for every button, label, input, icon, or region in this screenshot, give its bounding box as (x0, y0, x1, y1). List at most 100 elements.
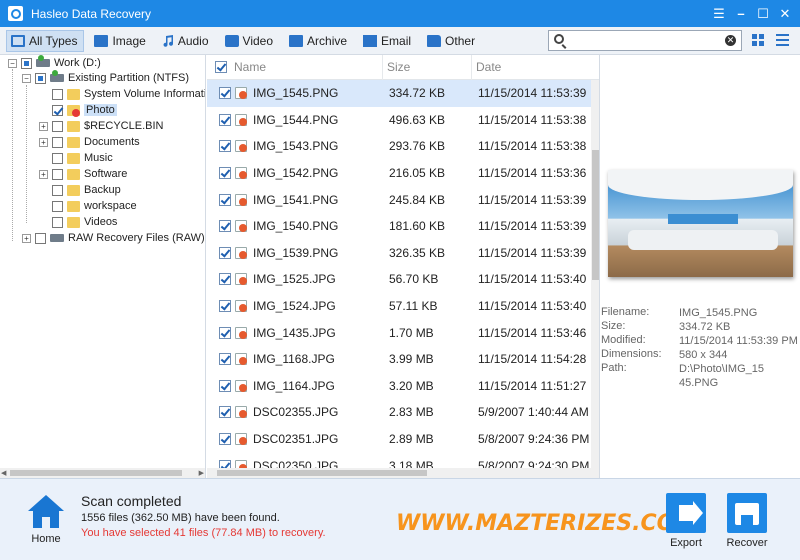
file-date: 11/15/2014 11:53:38 (478, 112, 587, 127)
scroll-left-icon[interactable]: ◀ (1, 469, 6, 477)
row-checkbox[interactable] (219, 353, 231, 366)
table-row[interactable]: DSC02351.JPG 2.89 MB 5/8/2007 9:24:36 PM (207, 426, 591, 453)
save-disk-icon (727, 493, 767, 533)
image-file-icon (235, 326, 247, 339)
tree-checkbox[interactable] (52, 88, 63, 100)
table-row[interactable]: IMG_1541.PNG 245.84 KB 11/15/2014 11:53:39 (207, 186, 591, 213)
tree-checkbox[interactable] (52, 104, 63, 116)
table-row[interactable]: DSC02355.JPG 2.83 MB 5/9/2007 1:40:44 AM (207, 399, 591, 426)
recover-button[interactable]: Recover (724, 491, 770, 549)
tab-audio[interactable]: Audio (158, 30, 215, 52)
file-list-vertical-scrollbar[interactable] (591, 80, 599, 478)
menu-icon[interactable]: ☰ (708, 4, 730, 24)
tree-item-folder[interactable]: + Documents (39, 134, 140, 150)
table-row[interactable]: IMG_1524.JPG 57.11 KB 11/15/2014 11:53:40 (207, 293, 591, 320)
minimize-icon[interactable]: – (730, 4, 752, 24)
tree-item-photo[interactable]: Photo (39, 102, 117, 118)
select-all-checkbox[interactable] (215, 61, 227, 73)
image-preview (608, 170, 793, 277)
row-checkbox[interactable] (219, 87, 231, 100)
tree-item-folder[interactable]: workspace (39, 198, 137, 214)
tree-checkbox[interactable] (52, 168, 63, 180)
tree-item-folder[interactable]: Backup (39, 182, 121, 198)
tree-checkbox[interactable] (52, 152, 63, 164)
expand-icon[interactable]: + (39, 169, 48, 179)
tree-checkbox[interactable] (52, 120, 63, 132)
file-size: 56.70 KB (389, 272, 439, 287)
table-row[interactable]: IMG_1168.JPG 3.99 MB 11/15/2014 11:54:28 (207, 346, 591, 373)
table-row[interactable]: IMG_1435.JPG 1.70 MB 11/15/2014 11:53:46 (207, 319, 591, 346)
row-checkbox[interactable] (219, 433, 231, 446)
table-row[interactable]: IMG_1164.JPG 3.20 MB 11/15/2014 11:51:27 (207, 373, 591, 400)
tab-other[interactable]: Other (423, 30, 481, 52)
export-icon (666, 493, 706, 533)
maximize-icon[interactable]: ☐ (752, 4, 774, 24)
home-label: Home (31, 533, 61, 545)
export-button[interactable]: Export (663, 491, 709, 549)
tree-item-raw[interactable]: + RAW Recovery Files (RAW) (22, 230, 205, 246)
search-input[interactable] (569, 32, 719, 49)
collapse-icon[interactable]: − (8, 58, 17, 68)
tree-checkbox[interactable] (35, 72, 46, 84)
tree-horizontal-scrollbar[interactable]: ◀ ▶ (0, 468, 205, 478)
file-name: IMG_1539.PNG (253, 245, 339, 260)
table-row[interactable]: IMG_1545.PNG 334.72 KB 11/15/2014 11:53:39 (207, 80, 591, 107)
table-row[interactable]: IMG_1543.PNG 293.76 KB 11/15/2014 11:53:38 (207, 133, 591, 160)
home-button[interactable]: Home (24, 493, 68, 549)
tree-checkbox[interactable] (35, 232, 46, 244)
tree-item-folder[interactable]: + Software (39, 166, 127, 182)
tab-video[interactable]: Video (221, 30, 279, 52)
table-row[interactable]: IMG_1539.PNG 326.35 KB 11/15/2014 11:53:39 (207, 240, 591, 267)
expand-icon[interactable]: + (22, 233, 31, 243)
clear-search-icon[interactable]: ✕ (725, 35, 736, 46)
row-checkbox[interactable] (219, 406, 231, 419)
tab-email[interactable]: Email (359, 30, 417, 52)
column-date[interactable]: Date (472, 55, 599, 80)
collapse-icon[interactable]: − (22, 73, 31, 83)
close-icon[interactable]: ✕ (774, 4, 796, 24)
table-row[interactable]: IMG_1525.JPG 56.70 KB 11/15/2014 11:53:40 (207, 266, 591, 293)
tree-item-drive[interactable]: − Work (D:) (8, 55, 101, 71)
tab-all-types[interactable]: All Types (6, 29, 85, 52)
row-checkbox[interactable] (219, 273, 231, 286)
row-checkbox[interactable] (219, 220, 231, 233)
expand-icon[interactable]: + (39, 121, 48, 131)
row-checkbox[interactable] (219, 300, 231, 313)
row-checkbox[interactable] (219, 246, 231, 259)
scrollbar-thumb[interactable] (217, 470, 427, 476)
column-name[interactable]: Name (207, 55, 383, 80)
tree-item-folder[interactable]: Music (39, 150, 113, 166)
row-checkbox[interactable] (219, 379, 231, 392)
row-checkbox[interactable] (219, 167, 231, 180)
tree-item-folder[interactable]: + $RECYCLE.BIN (39, 118, 163, 134)
tab-archive[interactable]: Archive (285, 30, 353, 52)
table-row[interactable]: IMG_1542.PNG 216.05 KB 11/15/2014 11:53:36 (207, 160, 591, 187)
list-view-icon[interactable] (776, 34, 789, 46)
tree-item-partition[interactable]: − Existing Partition (NTFS) (22, 70, 189, 86)
table-row[interactable]: IMG_1540.PNG 181.60 KB 11/15/2014 11:53:39 (207, 213, 591, 240)
row-checkbox[interactable] (219, 193, 231, 206)
scrollbar-thumb[interactable] (10, 470, 182, 476)
tab-image[interactable]: Image (90, 30, 151, 52)
tree-checkbox[interactable] (52, 216, 63, 228)
tree-checkbox[interactable] (52, 184, 63, 196)
expand-icon[interactable]: + (39, 137, 48, 147)
file-list-horizontal-scrollbar[interactable] (207, 468, 591, 478)
tree-checkbox[interactable] (52, 136, 63, 148)
tree-item-folder[interactable]: System Volume Informati (39, 86, 205, 102)
tree-checkbox[interactable] (21, 57, 32, 69)
image-file-icon (235, 140, 247, 153)
row-checkbox[interactable] (219, 140, 231, 153)
table-row[interactable]: IMG_1544.PNG 496.63 KB 11/15/2014 11:53:38 (207, 107, 591, 134)
scroll-right-icon[interactable]: ▶ (199, 469, 204, 477)
grid-view-icon[interactable] (752, 34, 764, 46)
file-type-toolbar: All Types Image Audio Video Archive Emai… (0, 27, 800, 55)
tree-checkbox[interactable] (52, 200, 63, 212)
row-checkbox[interactable] (219, 326, 231, 339)
envelope-icon (363, 34, 378, 47)
tab-label: Video (242, 33, 274, 48)
scrollbar-thumb[interactable] (592, 150, 599, 280)
tree-item-folder[interactable]: Videos (39, 214, 117, 230)
row-checkbox[interactable] (219, 113, 231, 126)
column-size[interactable]: Size (383, 55, 472, 80)
